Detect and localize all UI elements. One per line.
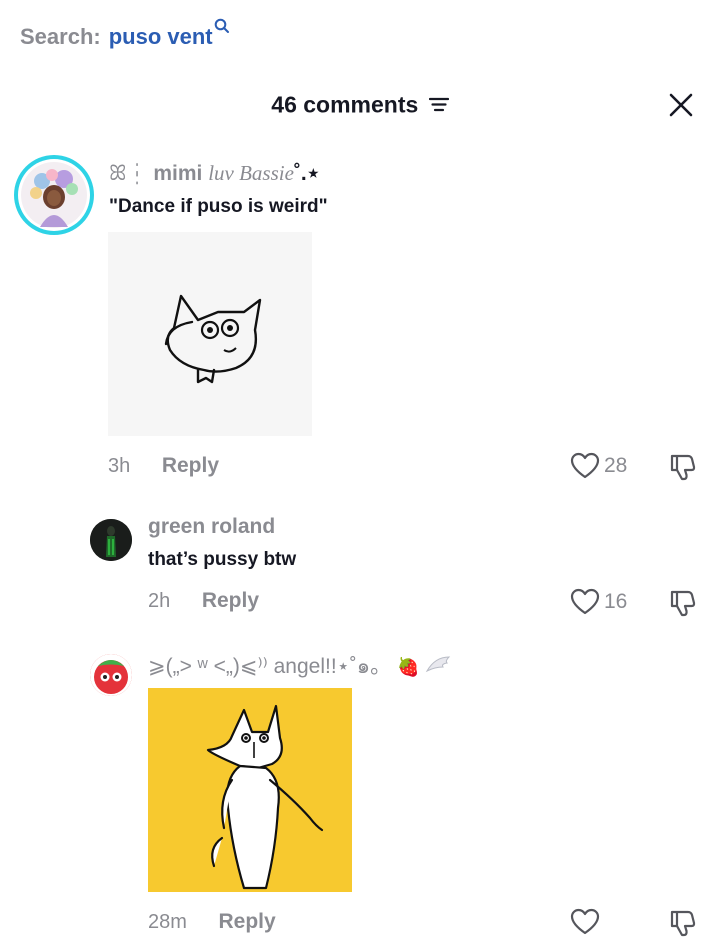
fox-drawing <box>206 704 324 890</box>
like-count: 28 <box>604 454 628 477</box>
comment-meta: 28m Reply <box>148 910 276 934</box>
like-button[interactable] <box>570 908 604 936</box>
comment-time: 3h <box>108 455 131 477</box>
reply-button[interactable]: Reply <box>218 910 275 933</box>
comment-item: ⩾(„> ʷ <„)⩽⁾⁾ angel!!⋆˚๑。 🍓 28m Reply <box>0 640 720 945</box>
avatar[interactable] <box>14 155 94 235</box>
dislike-button[interactable] <box>668 908 698 943</box>
heart-icon <box>570 588 600 615</box>
comments-title: 46 comments <box>0 90 720 118</box>
like-count: 16 <box>604 590 628 613</box>
comment-item: green roland that’s pussy btw 2h Reply 1… <box>0 510 720 620</box>
close-icon[interactable] <box>668 92 694 118</box>
username-prefix: ꕤ┆ <box>109 162 148 185</box>
like-button[interactable]: 28 <box>570 452 627 480</box>
comment-meta: 3h Reply <box>108 454 219 478</box>
username-suffix: ˚.⋆ <box>293 162 320 185</box>
comment-item: ꕤ┆ mimi luv Bassie˚.⋆ "Dance if puso is … <box>0 150 720 490</box>
heart-icon <box>570 452 600 479</box>
search-icon[interactable] <box>214 14 230 40</box>
search-label: Search: <box>20 24 101 49</box>
thumbs-down-icon <box>670 590 696 617</box>
comment-image[interactable] <box>148 688 352 892</box>
comments-sheet: Search: puso vent 46 comments ꕤ┆ mimi lu… <box>0 0 720 945</box>
dislike-button[interactable] <box>668 588 698 623</box>
username-main: mimi <box>153 162 203 185</box>
filter-icon[interactable] <box>428 91 449 118</box>
dislike-button[interactable] <box>668 452 698 487</box>
comment-text: "Dance if puso is weird" <box>109 196 328 217</box>
comments-header: 46 comments <box>0 88 720 124</box>
reply-button[interactable]: Reply <box>202 589 259 612</box>
comment-username[interactable]: green roland <box>148 515 275 539</box>
username-text: ⩾(„> ʷ <„)⩽⁾⁾ angel!!⋆˚๑。 <box>148 655 392 678</box>
comment-time: 28m <box>148 911 187 933</box>
heart-icon <box>570 908 600 935</box>
avatar[interactable] <box>90 654 132 696</box>
comment-meta: 2h Reply <box>148 589 259 613</box>
fox-drawing <box>164 294 262 384</box>
thumbs-down-icon <box>670 910 696 937</box>
comment-image[interactable] <box>108 232 312 436</box>
wing-icon <box>425 655 451 679</box>
search-query[interactable]: puso vent <box>109 24 213 50</box>
avatar[interactable] <box>90 519 132 561</box>
search-bar[interactable]: Search: puso vent <box>20 18 230 58</box>
comments-count: 46 comments <box>271 91 419 118</box>
like-button[interactable]: 16 <box>570 588 627 616</box>
reply-button[interactable]: Reply <box>162 454 219 477</box>
username-emoji: 🍓 <box>396 657 420 677</box>
comment-username[interactable]: ⩾(„> ʷ <„)⩽⁾⁾ angel!!⋆˚๑。 🍓 <box>148 650 451 683</box>
comment-username[interactable]: ꕤ┆ mimi luv Bassie˚.⋆ <box>109 161 320 186</box>
thumbs-down-icon <box>670 454 696 481</box>
comment-time: 2h <box>148 590 171 612</box>
username-italic: luv Bassie <box>208 161 294 185</box>
comment-text: that’s pussy btw <box>148 549 297 570</box>
